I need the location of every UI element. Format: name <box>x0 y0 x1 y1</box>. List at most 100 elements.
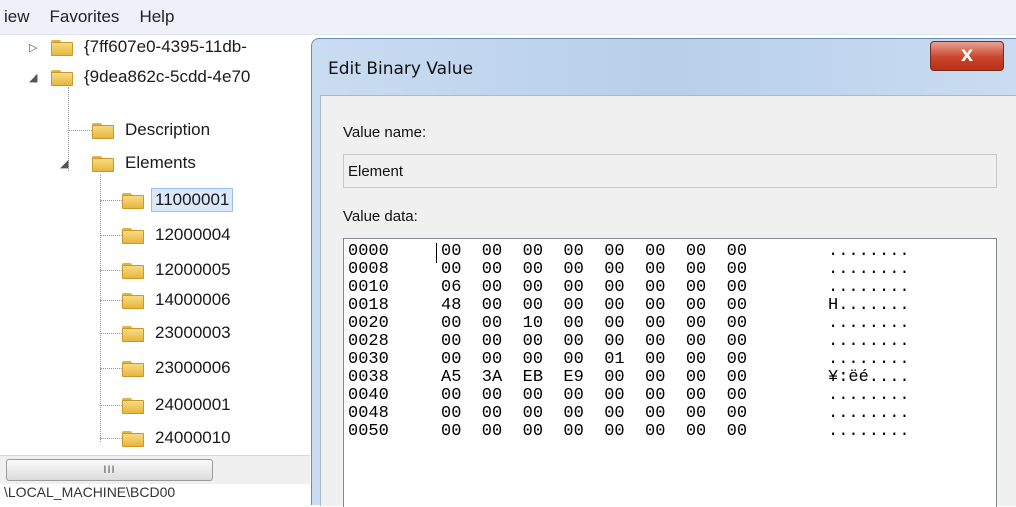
tree-connector <box>100 368 122 369</box>
tree-node[interactable]: ◢ {9dea862c-5cdd-4e70 <box>29 62 254 92</box>
hex-bytes: 00 00 00 00 00 00 00 00 <box>441 404 748 423</box>
tree-node-label: Elements <box>125 153 196 172</box>
value-name-field[interactable]: Element <box>343 154 997 188</box>
hex-address: 0008 <box>348 260 389 279</box>
tree-node[interactable]: Description <box>92 115 214 145</box>
scrollbar-thumb[interactable]: III <box>6 459 213 481</box>
tree-node-label: 23000003 <box>155 323 231 342</box>
tree-node[interactable]: 14000006 <box>122 285 235 315</box>
edit-binary-value-dialog: Edit Binary Value X Value name: Element … <box>311 38 1016 507</box>
folder-icon <box>122 359 144 377</box>
folder-icon <box>122 324 144 342</box>
tree-connector <box>100 405 122 406</box>
menu-favorites[interactable]: Favorites <box>40 7 130 27</box>
tree-node-label: 12000005 <box>155 260 231 279</box>
dialog-title: Edit Binary Value <box>328 59 474 79</box>
hex-ascii: ........ <box>828 386 910 405</box>
hex-ascii: ........ <box>828 314 910 333</box>
tree-node-label: {7ff607e0-4395-11db- <box>84 37 247 56</box>
hex-ascii: ........ <box>828 350 910 369</box>
value-data-label: Value data: <box>343 208 418 225</box>
tree-connector <box>100 438 122 439</box>
registry-tree: ▷ {7ff607e0-4395-11db- ◢ {9dea862c-5cdd-… <box>0 35 310 455</box>
tree-node[interactable]: 24000010 <box>122 423 235 453</box>
tree-connector <box>100 235 122 236</box>
close-button[interactable]: X <box>930 41 1004 71</box>
hex-bytes: A5 3A EB E9 00 00 00 00 <box>441 368 748 387</box>
close-icon: X <box>960 46 974 65</box>
hex-ascii: ........ <box>828 404 910 423</box>
hex-ascii: ........ <box>828 332 910 351</box>
folder-icon <box>92 121 114 139</box>
hex-address: 0040 <box>348 386 389 405</box>
hex-bytes: 06 00 00 00 00 00 00 00 <box>441 278 748 297</box>
hex-bytes: 00 00 00 00 00 00 00 00 <box>441 260 748 279</box>
hex-bytes: 48 00 00 00 00 00 00 00 <box>441 296 748 315</box>
tree-node-label: Description <box>125 120 211 139</box>
folder-icon <box>122 191 144 209</box>
collapse-arrow-icon[interactable]: ◢ <box>29 71 37 84</box>
hex-address: 0028 <box>348 332 389 351</box>
hex-address: 0000 <box>348 242 389 261</box>
collapse-arrow-icon[interactable]: ◢ <box>60 157 68 170</box>
folder-icon <box>122 429 144 447</box>
tree-node-selected[interactable]: 11000001 <box>122 185 234 215</box>
folder-icon <box>122 396 144 414</box>
hex-ascii: ........ <box>828 260 910 279</box>
hex-address: 0010 <box>348 278 389 297</box>
hex-bytes: 00 00 00 00 01 00 00 00 <box>441 350 748 369</box>
tree-node-label: 24000001 <box>155 395 231 414</box>
hex-address: 0020 <box>348 314 389 333</box>
tree-node[interactable]: ◢ Elements <box>60 148 200 178</box>
tree-node[interactable]: 12000004 <box>122 220 235 250</box>
hex-bytes: 00 00 00 00 00 00 00 00 <box>441 386 748 405</box>
tree-connector <box>100 300 122 301</box>
folder-icon <box>51 68 73 86</box>
folder-icon <box>122 291 144 309</box>
hex-ascii: H....... <box>828 296 910 315</box>
tree-node[interactable]: 12000005 <box>122 255 235 285</box>
hex-bytes: 00 00 00 00 00 00 00 00 <box>441 332 748 351</box>
tree-node-label: 12000004 <box>155 225 231 244</box>
hex-bytes: 00 00 00 00 00 00 00 00 <box>441 242 748 261</box>
horizontal-scrollbar[interactable]: III <box>0 455 310 484</box>
hex-ascii: ........ <box>828 278 910 297</box>
tree-node[interactable]: 23000003 <box>122 318 235 348</box>
folder-icon <box>122 261 144 279</box>
hex-address: 0030 <box>348 350 389 369</box>
tree-connector <box>68 130 92 131</box>
hex-ascii: ........ <box>828 422 910 441</box>
status-bar: \LOCAL_MACHINE\BCD00 <box>4 484 176 500</box>
expand-arrow-icon[interactable]: ▷ <box>29 41 37 54</box>
tree-connector <box>100 333 122 334</box>
menu-help[interactable]: Help <box>129 7 184 27</box>
hex-address: 0050 <box>348 422 389 441</box>
tree-node[interactable]: 24000001 <box>122 390 235 420</box>
dialog-body: Value name: Element Value data: 0000 00 0… <box>320 95 1016 507</box>
hex-bytes: 00 00 00 00 00 00 00 00 <box>441 422 748 441</box>
text-caret <box>436 243 437 263</box>
tree-node-label: {9dea862c-5cdd-4e70 <box>84 67 251 86</box>
folder-icon <box>92 154 114 172</box>
hex-address: 0048 <box>348 404 389 423</box>
tree-node-label: 23000006 <box>155 358 231 377</box>
tree-connector <box>100 175 101 442</box>
value-data-editor[interactable]: 0000 00 00 00 00 00 00 00 00........ 0008… <box>343 238 997 507</box>
hex-bytes: 00 00 10 00 00 00 00 00 <box>441 314 748 333</box>
menu-view[interactable]: iew <box>0 7 40 27</box>
tree-node[interactable]: 23000006 <box>122 353 235 383</box>
tree-node[interactable]: ▷ {7ff607e0-4395-11db- <box>29 32 251 62</box>
hex-ascii: ........ <box>828 242 910 261</box>
folder-icon <box>51 38 73 56</box>
tree-node-label: 14000006 <box>155 290 231 309</box>
menu-bar: iew Favorites Help <box>0 0 1016 35</box>
value-name-label: Value name: <box>343 124 427 141</box>
tree-connector <box>100 270 122 271</box>
tree-node-label: 24000010 <box>155 428 231 447</box>
hex-address: 0018 <box>348 296 389 315</box>
hex-address: 0038 <box>348 368 389 387</box>
tree-connector <box>100 200 122 201</box>
hex-ascii: ¥:ëé.... <box>828 368 910 387</box>
tree-node-label: 11000001 <box>151 188 234 212</box>
folder-icon <box>122 226 144 244</box>
